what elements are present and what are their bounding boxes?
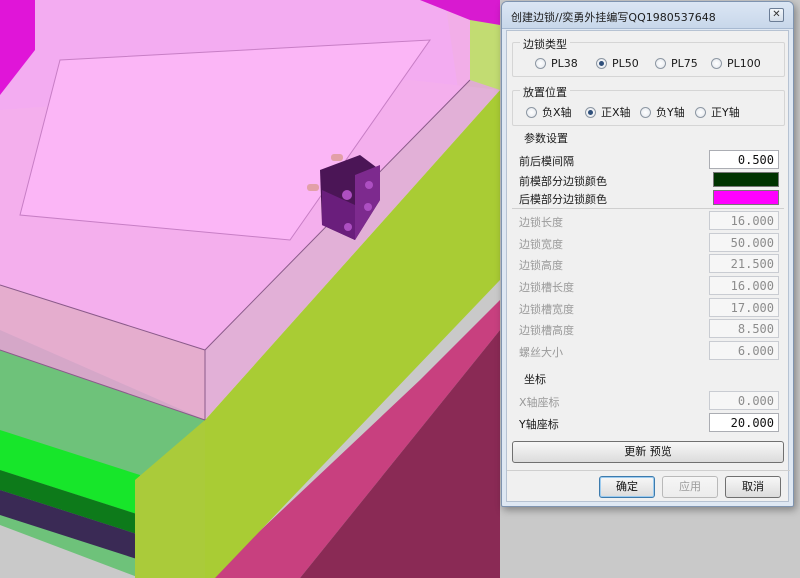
front-color-label: 前模部分边锁颜色 [519, 175, 607, 188]
radio-label: PL100 [727, 56, 761, 70]
lock-type-group: 边锁类型 PL38 PL50 PL75 PL100 [512, 36, 785, 77]
screw-size-label: 螺丝大小 [519, 346, 563, 359]
radio-circle-icon [640, 106, 651, 118]
radio-label: 正X轴 [601, 106, 631, 119]
radio-lock-type-pl38[interactable]: PL38 [535, 55, 578, 71]
radio-label: 正Y轴 [711, 106, 740, 119]
dialog-titlebar[interactable]: 创建边锁//奕勇外挂编写QQ1980537648 ✕ [502, 2, 793, 29]
radio-lock-type-pl75[interactable]: PL75 [655, 55, 698, 71]
radio-circle-icon [711, 57, 722, 69]
apply-button[interactable]: 应用 [662, 476, 718, 498]
lock-length-label: 边锁长度 [519, 216, 563, 229]
y-coord-row: Y轴座标 20.000 [517, 413, 779, 433]
gap-input[interactable]: 0.500 [709, 150, 779, 169]
ok-button[interactable]: 确定 [599, 476, 655, 498]
placement-group-title: 放置位置 [520, 84, 570, 100]
slot-height-row: 边锁槽高度 8.500 [517, 319, 779, 339]
lock-type-group-title: 边锁类型 [520, 36, 570, 52]
gap-label: 前后模间隔 [519, 155, 574, 168]
lock-width-input: 50.000 [709, 233, 779, 252]
slot-width-row: 边锁槽宽度 17.000 [517, 298, 779, 318]
coords-group-title: 坐标 [521, 371, 549, 387]
radio-label: 负X轴 [542, 106, 572, 119]
close-icon[interactable]: ✕ [769, 8, 784, 22]
rear-color-label: 后模部分边锁颜色 [519, 193, 607, 206]
radio-label: PL50 [612, 56, 639, 70]
lock-width-label: 边锁宽度 [519, 238, 563, 251]
x-coord-label: X轴座标 [519, 396, 560, 409]
params-group-title: 参数设置 [521, 130, 571, 146]
radio-selected-icon [596, 57, 607, 69]
lock-height-row: 边锁高度 21.500 [517, 254, 779, 274]
slot-length-row: 边锁槽长度 16.000 [517, 276, 779, 296]
radio-placement-neg-x[interactable]: 负X轴 [526, 104, 572, 120]
placement-group: 放置位置 负X轴 正X轴 负Y轴 正Y轴 [512, 84, 785, 126]
y-coord-input[interactable]: 20.000 [709, 413, 779, 432]
lock-height-label: 边锁高度 [519, 259, 563, 272]
front-color-swatch[interactable] [713, 172, 779, 187]
radio-placement-neg-y[interactable]: 负Y轴 [640, 104, 685, 120]
radio-label: PL38 [551, 56, 578, 70]
radio-lock-type-pl100[interactable]: PL100 [711, 55, 761, 71]
radio-label: 负Y轴 [656, 106, 685, 119]
radio-circle-icon [535, 57, 546, 69]
radio-label: PL75 [671, 56, 698, 70]
screw-size-row: 螺丝大小 6.000 [517, 341, 779, 361]
gap-row: 前后模间隔 0.500 [517, 150, 779, 170]
y-coord-label: Y轴座标 [519, 418, 559, 431]
lock-length-row: 边锁长度 16.000 [517, 211, 779, 231]
footer-separator [507, 470, 790, 471]
radio-placement-pos-x[interactable]: 正X轴 [585, 104, 631, 120]
x-coord-row: X轴座标 0.000 [517, 391, 779, 411]
radio-circle-icon [655, 57, 666, 69]
dialog-title: 创建边锁//奕勇外挂编写QQ1980537648 [511, 11, 716, 24]
radio-circle-icon [526, 106, 537, 118]
x-coord-input: 0.000 [709, 391, 779, 410]
update-preview-button[interactable]: 更新 预览 [512, 441, 784, 463]
lock-height-input: 21.500 [709, 254, 779, 273]
params-separator [512, 208, 784, 209]
slot-height-label: 边锁槽高度 [519, 324, 574, 337]
create-side-lock-dialog: 创建边锁//奕勇外挂编写QQ1980537648 ✕ 边锁类型 PL38 PL5… [501, 1, 794, 507]
radio-circle-icon [695, 106, 706, 118]
slot-width-label: 边锁槽宽度 [519, 303, 574, 316]
cancel-button[interactable]: 取消 [725, 476, 781, 498]
radio-selected-icon [585, 106, 596, 118]
rear-color-swatch[interactable] [713, 190, 779, 205]
slot-length-label: 边锁槽长度 [519, 281, 574, 294]
screw-size-input: 6.000 [709, 341, 779, 360]
lock-length-input: 16.000 [709, 211, 779, 230]
rear-color-row: 后模部分边锁颜色 [517, 188, 779, 208]
slot-width-input: 17.000 [709, 298, 779, 317]
slot-length-input: 16.000 [709, 276, 779, 295]
front-color-row: 前模部分边锁颜色 [517, 170, 779, 190]
radio-placement-pos-y[interactable]: 正Y轴 [695, 104, 740, 120]
radio-lock-type-pl50[interactable]: PL50 [596, 55, 639, 71]
slot-height-input: 8.500 [709, 319, 779, 338]
lock-width-row: 边锁宽度 50.000 [517, 233, 779, 253]
dialog-client-area: 边锁类型 PL38 PL50 PL75 PL100 放置位置 负X轴 正X轴 负… [506, 30, 790, 502]
